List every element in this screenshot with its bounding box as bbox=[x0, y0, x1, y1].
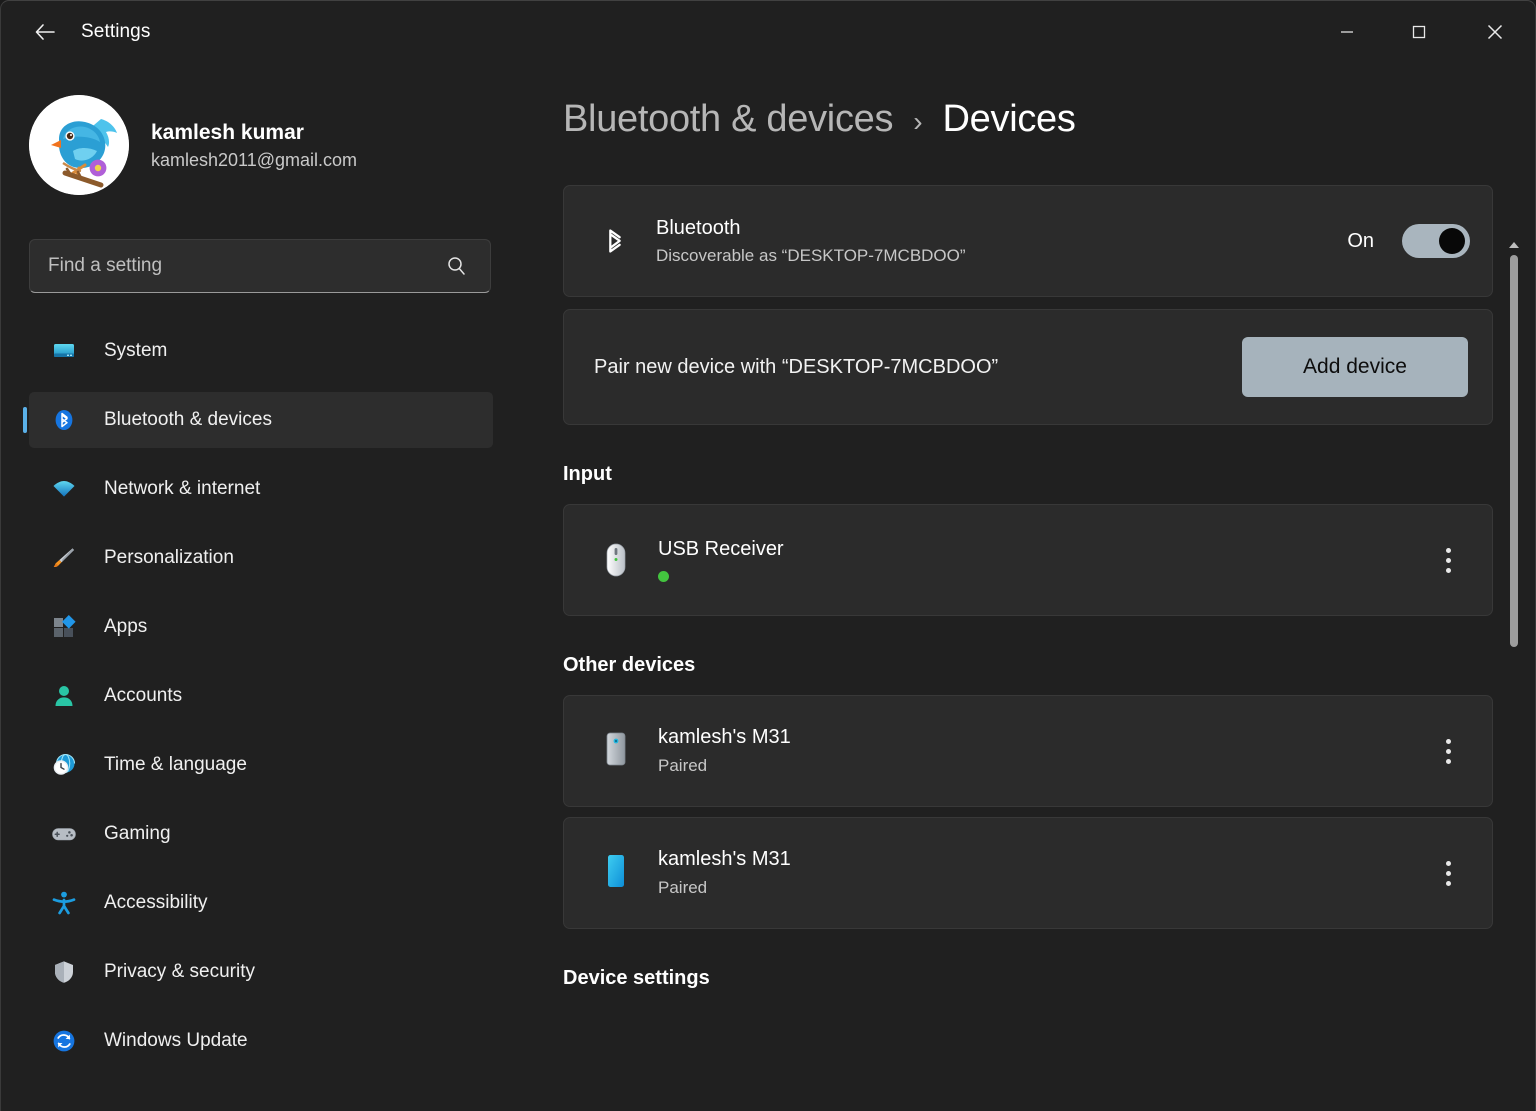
account-block[interactable]: kamlesh kumar kamlesh2011@gmail.com bbox=[29, 95, 531, 195]
add-device-button[interactable]: Add device bbox=[1242, 337, 1468, 397]
device-name: kamlesh's M31 bbox=[658, 726, 791, 748]
sidebar-item-system[interactable]: System bbox=[29, 323, 493, 379]
sidebar-item-gaming[interactable]: Gaming bbox=[29, 806, 493, 862]
shield-icon bbox=[51, 959, 77, 985]
input-section-heading: Input bbox=[563, 463, 612, 485]
sidebar-item-privacy-security[interactable]: Privacy & security bbox=[29, 944, 493, 1000]
title-bar: Settings bbox=[1, 1, 1535, 63]
sidebar-item-label: Windows Update bbox=[104, 1030, 248, 1051]
device-row-kamlesh-m31-2[interactable]: kamlesh's M31 Paired bbox=[563, 817, 1493, 929]
minimize-button[interactable] bbox=[1311, 1, 1383, 63]
device-row-kamlesh-m31-1[interactable]: kamlesh's M31 Paired bbox=[563, 695, 1493, 807]
back-arrow-icon bbox=[35, 24, 55, 40]
clock-globe-icon bbox=[51, 752, 77, 778]
monitor-icon bbox=[51, 338, 77, 364]
toggle-state-label: On bbox=[1347, 229, 1374, 252]
bluetooth-toggle[interactable] bbox=[1402, 224, 1470, 258]
more-options-icon[interactable] bbox=[1426, 538, 1470, 582]
breadcrumb-parent[interactable]: Bluetooth & devices bbox=[563, 98, 893, 141]
bluetooth-card: Bluetooth Discoverable as “DESKTOP-7MCBD… bbox=[563, 185, 1493, 297]
gamepad-icon bbox=[51, 821, 77, 847]
device-row-usb-receiver[interactable]: USB Receiver bbox=[563, 504, 1493, 616]
update-icon bbox=[51, 1028, 77, 1054]
more-options-icon[interactable] bbox=[1426, 851, 1470, 895]
sidebar-item-network-internet[interactable]: Network & internet bbox=[29, 461, 493, 517]
device-status: Paired bbox=[658, 756, 708, 775]
sidebar-item-label: Gaming bbox=[104, 823, 171, 844]
bird-avatar-icon bbox=[29, 95, 129, 195]
apps-icon bbox=[51, 614, 77, 640]
breadcrumb: Bluetooth & devices › Devices bbox=[563, 98, 1535, 141]
device-status: Paired bbox=[658, 878, 708, 897]
sidebar-nav: System Bluetooth & devices Network & int… bbox=[23, 323, 531, 1069]
sidebar-item-personalization[interactable]: Personalization bbox=[29, 530, 493, 586]
device-name: USB Receiver bbox=[658, 538, 784, 560]
accessibility-icon bbox=[51, 890, 77, 916]
chevron-right-icon: › bbox=[913, 106, 923, 137]
sidebar: kamlesh kumar kamlesh2011@gmail.com Find… bbox=[1, 63, 531, 1111]
sidebar-item-label: Personalization bbox=[104, 547, 234, 568]
other-section-heading: Other devices bbox=[563, 654, 696, 676]
wifi-icon bbox=[51, 476, 77, 502]
avatar bbox=[29, 95, 129, 195]
pair-device-text: Pair new device with “DESKTOP-7MCBDOO” bbox=[594, 355, 999, 378]
settings-window: Settings kamlesh kumar kamlesh2011@gmail… bbox=[0, 0, 1536, 1111]
page-title: Devices bbox=[942, 98, 1076, 140]
sidebar-item-label: Bluetooth & devices bbox=[104, 409, 272, 430]
sidebar-item-label: Time & language bbox=[104, 754, 247, 775]
bluetooth-icon bbox=[51, 407, 77, 433]
sidebar-item-label: System bbox=[104, 340, 168, 361]
sidebar-item-apps[interactable]: Apps bbox=[29, 599, 493, 655]
sidebar-item-label: Network & internet bbox=[104, 478, 261, 499]
phone-gray-icon bbox=[594, 728, 638, 774]
sidebar-item-bluetooth-devices[interactable]: Bluetooth & devices bbox=[23, 392, 493, 448]
sidebar-item-accounts[interactable]: Accounts bbox=[29, 668, 493, 724]
device-name: kamlesh's M31 bbox=[658, 848, 791, 870]
close-icon bbox=[1487, 24, 1503, 40]
search-input[interactable] bbox=[30, 255, 444, 277]
sidebar-item-windows-update[interactable]: Windows Update bbox=[29, 1013, 493, 1069]
paintbrush-icon bbox=[51, 545, 77, 571]
other-devices-section: Other devices kamlesh's M31 Paired kamle… bbox=[563, 654, 1535, 929]
sidebar-item-time-language[interactable]: Time & language bbox=[29, 737, 493, 793]
sidebar-item-label: Accessibility bbox=[104, 892, 208, 913]
app-title: Settings bbox=[81, 21, 151, 42]
window-controls bbox=[1311, 1, 1535, 63]
settings-content: Bluetooth Discoverable as “DESKTOP-7MCBD… bbox=[563, 185, 1535, 1111]
search-box[interactable] bbox=[29, 239, 491, 293]
sidebar-item-label: Accounts bbox=[104, 685, 183, 706]
person-icon bbox=[51, 683, 77, 709]
search-icon bbox=[444, 254, 468, 278]
minimize-icon bbox=[1341, 31, 1353, 33]
maximize-button[interactable] bbox=[1383, 1, 1455, 63]
maximize-icon bbox=[1412, 25, 1426, 39]
status-badge bbox=[658, 571, 669, 582]
scroll-up-arrow-icon[interactable] bbox=[1507, 241, 1521, 249]
sidebar-item-label: Apps bbox=[104, 616, 148, 637]
bluetooth-subtitle: Discoverable as “DESKTOP-7MCBDOO” bbox=[656, 245, 966, 265]
bluetooth-icon bbox=[594, 224, 634, 258]
close-button[interactable] bbox=[1455, 1, 1535, 63]
more-options-icon[interactable] bbox=[1426, 729, 1470, 773]
sidebar-item-label: Privacy & security bbox=[104, 961, 255, 982]
pair-device-card: Pair new device with “DESKTOP-7MCBDOO” A… bbox=[563, 309, 1493, 425]
bluetooth-title: Bluetooth bbox=[656, 216, 741, 239]
account-email: kamlesh2011@gmail.com bbox=[151, 149, 358, 170]
account-name: kamlesh kumar bbox=[151, 121, 304, 145]
device-settings-heading: Device settings bbox=[563, 967, 710, 989]
bluetooth-toggle-group: On bbox=[1347, 224, 1470, 258]
scrollbar-thumb[interactable] bbox=[1510, 255, 1518, 647]
phone-blue-icon bbox=[594, 850, 638, 896]
toggle-knob bbox=[1439, 228, 1465, 254]
sidebar-item-accessibility[interactable]: Accessibility bbox=[29, 875, 493, 931]
main-content: Bluetooth & devices › Devices Bluetooth … bbox=[531, 63, 1535, 1111]
back-button[interactable] bbox=[23, 13, 67, 51]
mouse-icon bbox=[594, 538, 638, 582]
main-scrollbar[interactable] bbox=[1507, 241, 1521, 1091]
